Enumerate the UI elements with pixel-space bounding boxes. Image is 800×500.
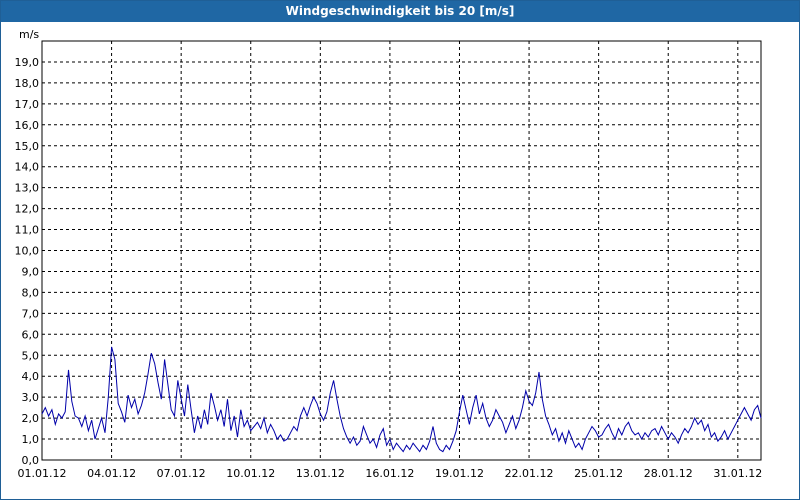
y-tick-label: 10,0 [15,245,40,258]
x-tick-label: 25.01.12 [574,467,623,480]
y-tick-label: 0,0 [22,454,40,467]
y-tick-label: 8,0 [22,286,40,299]
x-tick-label: 01.01.12 [18,467,67,480]
y-tick-label: 12,0 [15,203,40,216]
y-tick-label: 5,0 [22,349,40,362]
y-tick-label: 11,0 [15,224,40,237]
chart-window: Windgeschwindigkeit bis 20 [m/s] m/s 0,0… [0,0,800,500]
x-tick-label: 10.01.12 [226,467,275,480]
plot-area-border [41,40,762,461]
series-line-wind-speed [41,346,762,453]
x-tick-label: 19.01.12 [435,467,484,480]
y-tick-label: 9,0 [22,265,40,278]
x-tick-label: 07.01.12 [157,467,206,480]
y-tick-label: 14,0 [15,161,40,174]
y-tick-label: 1,0 [22,433,40,446]
grid-lines [42,41,761,460]
y-tick-label: 4,0 [22,370,40,383]
x-tick-labels: 01.01.12 04.01.12 07.01.12 10.01.12 13.01.12… [18,467,763,480]
x-tick-label: 28.01.12 [644,467,693,480]
chart-title: Windgeschwindigkeit bis 20 [m/s] [1,1,799,22]
y-tick-label: 18,0 [15,77,40,90]
x-tick-label: 16.01.12 [365,467,414,480]
y-tick-label: 16,0 [15,119,40,132]
y-tick-label: 3,0 [22,391,40,404]
y-tick-label: 7,0 [22,307,40,320]
x-tick-label: 04.01.12 [87,467,136,480]
y-tick-label: 13,0 [15,182,40,195]
y-tick-labels: 0,0 1,0 2,0 3,0 4,0 5,0 6,0 7,0 8,0 9,0 10,0 11,0 12… [15,56,40,467]
x-tick-label: 13.01.12 [296,467,345,480]
y-axis-label: m/s [19,28,39,41]
y-tick-label: 6,0 [22,328,40,341]
y-tick-label: 2,0 [22,412,40,425]
y-tick-label: 15,0 [15,140,40,153]
y-tick-label: 17,0 [15,98,40,111]
x-tick-label: 31.01.12 [713,467,762,480]
x-tick-label: 22.01.12 [505,467,554,480]
y-tick-label: 19,0 [15,56,40,69]
chart-canvas: m/s 0,0 1,0 2,0 3,0 4,0 5,0 6,0 7,0 8,0 9,0 10,0 11… [15,28,763,480]
